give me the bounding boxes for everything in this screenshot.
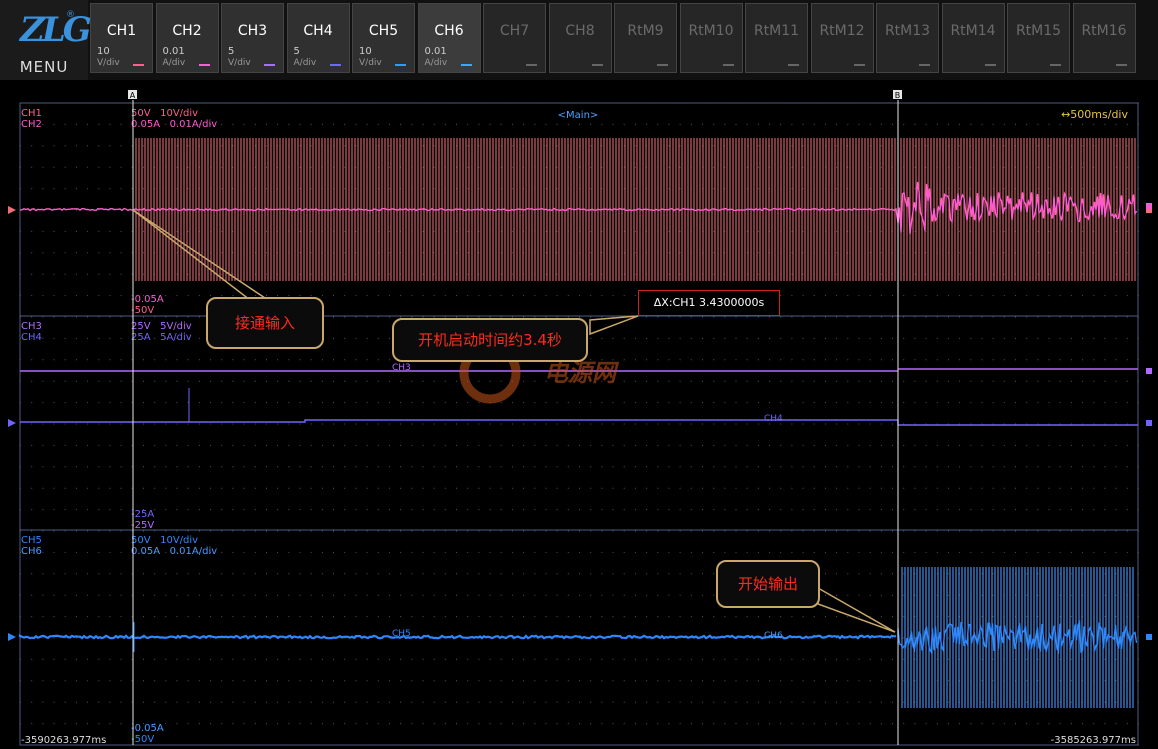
cursor-a-label: A <box>130 91 136 100</box>
panel1-ch-b: CH2 <box>21 119 42 130</box>
panel2-min-b: -25V <box>131 520 154 531</box>
panel1-min-a: -0.05A <box>131 294 164 305</box>
delta-x-measurement[interactable]: ΔX:CH1 3.4300000s <box>638 290 780 316</box>
panel1-scale-b: 0.05A 0.01A/div <box>131 119 217 130</box>
ch3-trace-label: CH3 <box>392 363 411 373</box>
panel1-ch-a: CH1 <box>21 108 42 119</box>
cursor-b-label: B <box>895 91 901 100</box>
ch5-trace-label: CH5 <box>392 629 411 639</box>
panel3-ch-a: CH5 <box>21 535 42 546</box>
callout-input-on: 接通输入 <box>206 297 324 349</box>
ch6-trace-label: CH6 <box>764 631 783 641</box>
panel2-ch-a: CH3 <box>21 321 42 332</box>
waveform-traces <box>18 138 1138 708</box>
view-label: <Main> <box>558 110 599 121</box>
oscilloscope-display[interactable]: CH1 CH2 50V 10V/div 0.05A 0.01A/div -0.0… <box>0 0 1158 749</box>
ch4-trace-label: CH4 <box>764 414 783 424</box>
timebase-readout[interactable]: ↔500ms/div <box>1061 108 1128 121</box>
panel3-ch-b: CH6 <box>21 546 42 557</box>
panel1-scale-a: 50V 10V/div <box>131 108 198 119</box>
panel3-scale-a: 50V 10V/div <box>131 535 198 546</box>
panel3-min-b: -50V <box>131 734 154 745</box>
watermark-text: 电源网 <box>544 359 620 387</box>
panel2-min-a: -25A <box>131 509 154 520</box>
panel2-scale-b: 25A 5A/div <box>131 332 192 343</box>
callout-output-start: 开始输出 <box>716 560 820 608</box>
panel2-ch-b: CH4 <box>21 332 42 343</box>
time-left-readout: -3590263.977ms <box>21 735 106 746</box>
callout-startup-time: 开机启动时间约3.4秒 <box>392 318 588 362</box>
panel3-min-a: -0.05A <box>131 723 164 734</box>
panel1-min-b: -50V <box>131 305 154 316</box>
panel2-scale-a: 25V 5V/div <box>131 321 192 332</box>
time-right-readout: -3585263.977ms <box>1051 735 1136 746</box>
panel3-scale-b: 0.05A 0.01A/div <box>131 546 217 557</box>
